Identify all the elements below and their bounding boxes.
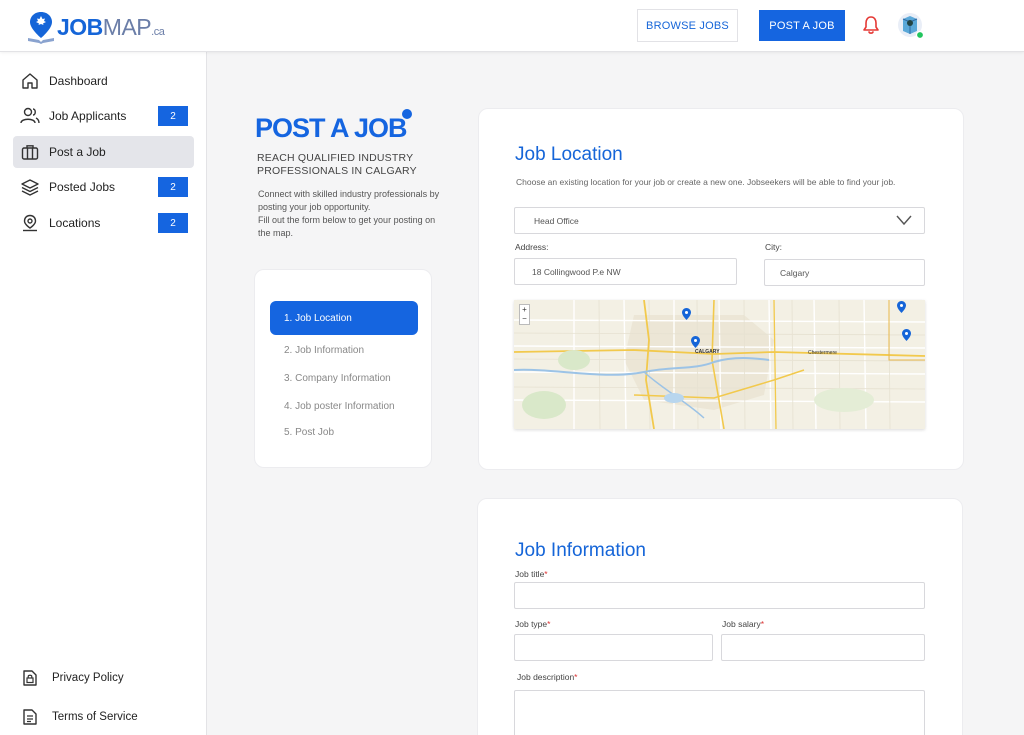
document-icon	[20, 707, 40, 727]
sidebar-item-posted-jobs[interactable]: Posted Jobs 2	[13, 171, 194, 203]
terms-of-service-link[interactable]: Terms of Service	[13, 703, 194, 731]
bell-icon[interactable]	[861, 14, 881, 36]
zoom-in-button[interactable]: +	[522, 305, 527, 314]
job-type-input[interactable]	[514, 634, 713, 661]
footer-link-label: Terms of Service	[52, 711, 138, 723]
sidebar-item-locations[interactable]: Locations 2	[13, 207, 194, 239]
job-location-title: Job Location	[515, 144, 623, 165]
jobmap-logo[interactable]: JOBMAP.ca	[26, 10, 165, 44]
job-title-input[interactable]	[514, 582, 925, 609]
job-location-description: Choose an existing location for your job…	[516, 177, 896, 187]
job-title-label: Job title*	[515, 569, 548, 579]
location-select-value: Head Office	[534, 215, 579, 226]
description-line: Connect with skilled industry profession…	[258, 189, 440, 212]
sidebar-item-label: Dashboard	[49, 74, 108, 88]
map-marker-icon[interactable]	[682, 308, 691, 320]
map-marker-icon[interactable]	[902, 329, 911, 341]
job-type-label: Job type*	[515, 619, 551, 629]
steps-card: 1. Job Location 2. Job Information 3. Co…	[254, 269, 432, 468]
home-icon	[20, 71, 40, 91]
briefcase-icon	[20, 142, 40, 162]
zoom-out-button[interactable]: −	[522, 315, 527, 323]
map-pin-logo-icon	[28, 12, 54, 44]
location-select[interactable]: Head Office	[514, 207, 925, 234]
post-a-job-button[interactable]: POST A JOB	[759, 10, 845, 41]
count-badge: 2	[158, 213, 188, 233]
job-information-title: Job Information	[515, 540, 646, 561]
map-marker-icon[interactable]	[691, 336, 700, 348]
job-description-label: Job description*	[517, 672, 578, 682]
users-icon	[20, 106, 40, 126]
count-badge: 2	[158, 106, 188, 126]
sidebar-item-dashboard[interactable]: Dashboard	[13, 65, 194, 97]
page-description: Connect with skilled industry profession…	[258, 188, 448, 240]
map-tiles	[514, 300, 925, 429]
logo-wordmark: JOBMAP.ca	[57, 13, 165, 40]
sidebar-item-label: Posted Jobs	[49, 180, 116, 194]
address-label: Address:	[515, 242, 549, 252]
step-job-location[interactable]: 1. Job Location	[270, 301, 418, 335]
sidebar-item-post-a-job[interactable]: Post a Job	[13, 136, 194, 168]
description-line: Fill out the form below to get your post…	[258, 215, 436, 238]
footer-link-label: Privacy Policy	[52, 672, 124, 684]
map-marker-icon[interactable]	[897, 301, 906, 313]
address-input-value: 18 Collingwood P.e NW	[532, 266, 621, 277]
top-header: JOBMAP.ca BROWSE JOBS POST A JOB	[0, 0, 1024, 52]
location-pin-icon	[20, 213, 40, 233]
count-badge: 2	[158, 177, 188, 197]
page-subtitle: REACH QUALIFIED INDUSTRY PROFESSIONALS I…	[257, 152, 417, 177]
privacy-policy-link[interactable]: Privacy Policy	[13, 664, 194, 692]
city-label: City:	[765, 242, 782, 252]
map-town-label: Chestermere	[808, 350, 837, 356]
job-description-textarea[interactable]	[514, 690, 925, 735]
lock-file-icon	[20, 668, 40, 688]
map-city-label: CALGARY	[695, 349, 720, 355]
sidebar: Dashboard Job Applicants 2 Post a Job Po…	[0, 52, 207, 735]
city-input-value: Calgary	[780, 267, 810, 278]
map-zoom-control[interactable]: + −	[519, 304, 530, 325]
sidebar-item-label: Job Applicants	[49, 109, 127, 123]
city-input[interactable]: Calgary	[764, 259, 925, 286]
job-salary-label: Job salary*	[722, 619, 765, 629]
step-post-job[interactable]: 5. Post Job	[270, 415, 418, 449]
layers-icon	[20, 177, 40, 197]
chevron-down-icon	[896, 215, 912, 226]
job-salary-input[interactable]	[721, 634, 925, 661]
location-map[interactable]: + − CALGARY Chestermere	[514, 300, 925, 429]
title-dot-decoration	[402, 109, 412, 119]
address-input[interactable]: 18 Collingwood P.e NW	[514, 258, 737, 285]
browse-jobs-button[interactable]: BROWSE JOBS	[637, 9, 738, 42]
page-title: POST A JOB	[255, 113, 408, 143]
sidebar-item-job-applicants[interactable]: Job Applicants 2	[13, 100, 194, 132]
sidebar-item-label: Locations	[49, 216, 101, 230]
user-avatar[interactable]	[897, 12, 925, 40]
sidebar-item-label: Post a Job	[49, 145, 106, 159]
